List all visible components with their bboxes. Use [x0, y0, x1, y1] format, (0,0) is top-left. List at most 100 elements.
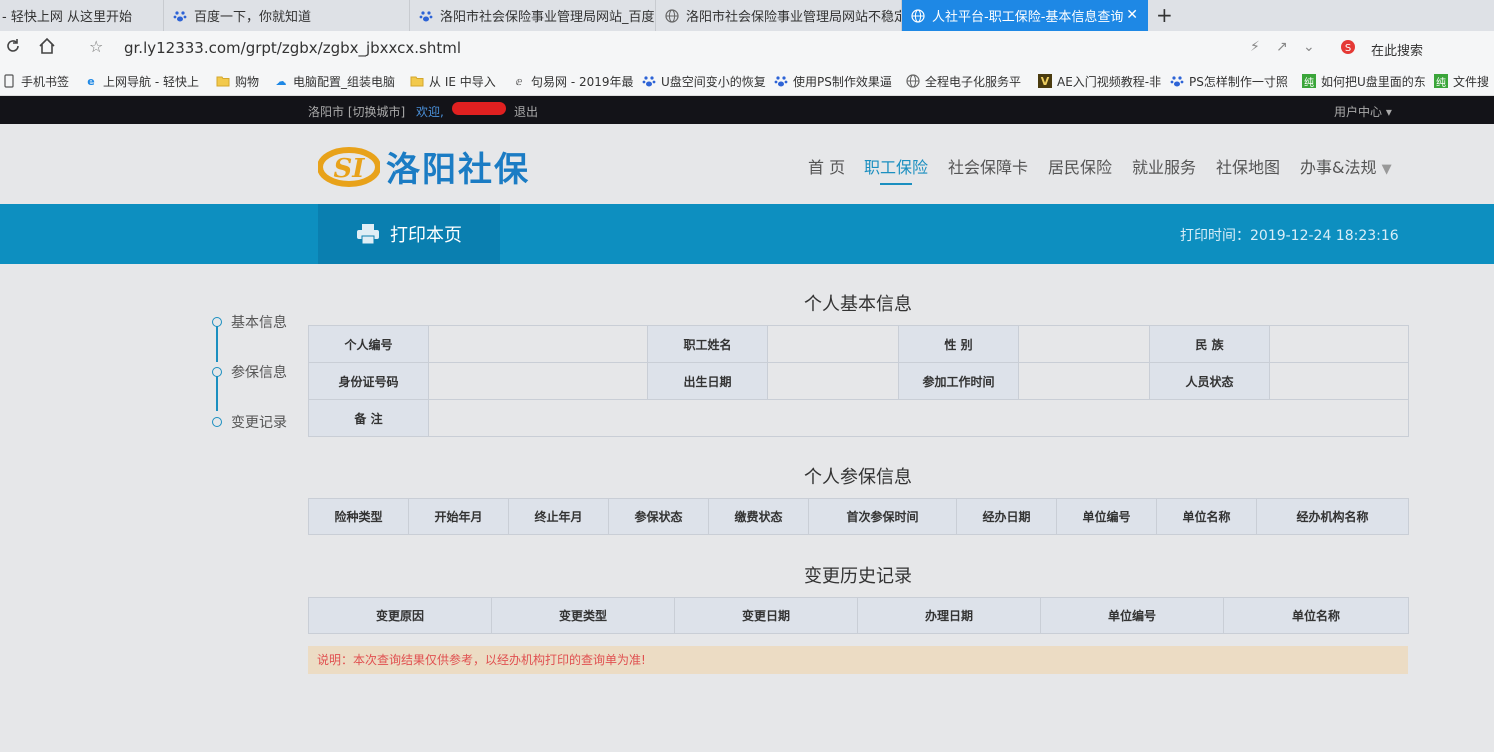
search-engine-label[interactable]: 在此搜索	[1371, 40, 1423, 59]
nav-resident-insurance[interactable]: 居民保险	[1048, 154, 1112, 178]
chun-icon: 纯	[1434, 74, 1448, 89]
bookmark-item[interactable]: 纯 如何把U盘里面的东	[1302, 72, 1426, 90]
column-header: 办理日期	[857, 597, 1041, 634]
browser-tab[interactable]: - 轻快上网 从这里开始	[0, 0, 164, 31]
side-item-history[interactable]: 变更记录	[212, 412, 287, 432]
browser-tab-active[interactable]: 人社平台-职工保险-基本信息查询 ✕	[902, 0, 1148, 31]
bookmark-item[interactable]: 购物	[216, 72, 272, 90]
bookmark-item[interactable]: ☁ 电脑配置_组装电脑	[274, 72, 400, 90]
cell-label: 参加工作时间	[898, 362, 1019, 400]
cell-value	[1269, 325, 1409, 363]
reload-icon[interactable]	[4, 37, 22, 60]
cell-label: 民 族	[1149, 325, 1270, 363]
chevron-down-icon[interactable]: ⌄	[1303, 39, 1315, 55]
nav-home[interactable]: 首 页	[808, 154, 845, 178]
city-switcher[interactable]: 洛阳市 [切换城市]	[308, 103, 405, 120]
page-content: 洛阳市 [切换城市] 欢迎, 退出 用户中心 ▾ SI 洛阳社保 首 页 职工保…	[0, 96, 1494, 752]
bookmark-item[interactable]: 从 IE 中导入	[410, 72, 506, 90]
svg-text:S: S	[1345, 43, 1351, 54]
table-row: 备 注	[308, 399, 1409, 437]
link-icon: ⅇ	[515, 74, 523, 88]
column-header: 单位编号	[1056, 498, 1157, 535]
baidu-paw-icon	[172, 8, 188, 24]
folder-icon	[216, 74, 230, 88]
user-center-menu[interactable]: 用户中心 ▾	[1334, 103, 1392, 120]
new-tab-icon[interactable]: +	[1156, 3, 1173, 27]
print-time: 打印时间：2019-12-24 18:23:16	[1180, 228, 1399, 244]
circle-icon	[212, 417, 222, 427]
basic-info-table: 个人编号 职工姓名 性 别 民 族 身份证号码 出生日期 参加工作时间 人员状态…	[308, 325, 1409, 437]
zol-icon: ☁	[275, 74, 287, 88]
baidu-paw-icon	[418, 8, 434, 24]
column-header: 开始年月	[408, 498, 509, 535]
column-header: 单位名称	[1156, 498, 1257, 535]
browser-tab[interactable]: 百度一下，你就知道	[164, 0, 410, 31]
close-tab-icon[interactable]: ✕	[1126, 7, 1138, 23]
nav-active-underline	[880, 183, 912, 185]
cell-label: 人员状态	[1149, 362, 1270, 400]
bookmark-item[interactable]: ⅇ 句易网 - 2019年最	[512, 72, 634, 90]
bookmark-item[interactable]: PS怎样制作一寸照	[1170, 72, 1290, 90]
baidu-paw-icon	[642, 74, 656, 88]
top-user-strip: 洛阳市 [切换城市] 欢迎, 退出 用户中心 ▾	[0, 96, 1494, 124]
column-header: 单位编号	[1040, 597, 1224, 634]
bookmark-item[interactable]: e 上网导航 - 轻快上	[84, 72, 214, 90]
baidu-paw-icon	[774, 74, 788, 88]
url-field[interactable]: gr.ly12333.com/grpt/zgbx/zgbx_jbxxcx.sht…	[124, 39, 461, 57]
column-header: 变更日期	[674, 597, 858, 634]
browser-tab[interactable]: 洛阳市社会保险事业管理局网站不稳定	[656, 0, 902, 31]
column-header: 参保状态	[608, 498, 709, 535]
sogou-search-icon[interactable]: S	[1340, 39, 1356, 59]
table-header-row: 变更原因 变更类型 变更日期 办理日期 单位编号 单位名称	[308, 597, 1409, 634]
bookmark-item[interactable]: 纯 文件搜	[1434, 72, 1494, 90]
side-item-basic[interactable]: 基本信息	[212, 312, 287, 332]
column-header: 单位名称	[1223, 597, 1409, 634]
logout-link[interactable]: 退出	[514, 103, 538, 120]
lightning-icon[interactable]: ⚡	[1250, 39, 1260, 55]
column-header: 经办机构名称	[1256, 498, 1409, 535]
browser-tab-bar: - 轻快上网 从这里开始 百度一下，你就知道 洛阳市社会保险事业管理局网站_百度…	[0, 0, 1494, 31]
nav-employment[interactable]: 就业服务	[1132, 154, 1196, 178]
cell-value	[1018, 325, 1150, 363]
column-header: 变更类型	[491, 597, 675, 634]
nav-employee-insurance[interactable]: 职工保险	[864, 154, 928, 178]
bookmarks-bar: 手机书签 e 上网导航 - 轻快上 购物 ☁ 电脑配置_组装电脑 从 IE 中导…	[0, 65, 1494, 96]
welcome-text: 欢迎,	[416, 105, 444, 119]
bookmark-item[interactable]: V AE入门视频教程-非	[1038, 72, 1162, 90]
section-title-history: 变更历史记录	[804, 566, 912, 587]
print-button[interactable]: 打印本页	[318, 204, 500, 264]
circle-icon	[212, 317, 222, 327]
site-logo[interactable]: SI 洛阳社保	[318, 142, 530, 191]
share-icon[interactable]: ↗	[1276, 39, 1288, 55]
cell-value	[767, 325, 899, 363]
side-item-insure[interactable]: 参保信息	[212, 362, 287, 382]
bookmark-item[interactable]: 手机书签	[2, 72, 84, 90]
tab-title: 洛阳市社会保险事业管理局网站不稳定	[686, 10, 902, 25]
browser-tab[interactable]: 洛阳市社会保险事业管理局网站_百度	[410, 0, 656, 31]
cell-label: 出生日期	[647, 362, 768, 400]
folder-icon	[410, 74, 424, 88]
nav-social-card[interactable]: 社会保障卡	[948, 154, 1028, 178]
chun-icon: 纯	[1302, 74, 1316, 89]
nav-map[interactable]: 社保地图	[1216, 154, 1280, 178]
si-logo-icon: SI	[318, 146, 380, 187]
column-header: 首次参保时间	[808, 498, 957, 535]
column-header: 经办日期	[956, 498, 1057, 535]
globe-icon	[910, 8, 926, 24]
bookmark-item[interactable]: 全程电子化服务平	[906, 72, 1030, 90]
star-icon[interactable]: ☆	[89, 37, 103, 56]
cell-label: 备 注	[308, 399, 429, 437]
table-row: 个人编号 职工姓名 性 别 民 族	[308, 325, 1409, 363]
print-bar: 打印本页 打印时间：2019-12-24 18:23:16	[0, 204, 1494, 264]
cell-label: 职工姓名	[647, 325, 768, 363]
column-header: 缴费状态	[708, 498, 809, 535]
bookmark-item[interactable]: 使用PS制作效果逼	[774, 72, 898, 90]
bookmark-item[interactable]: U盘空间变小的恢复	[642, 72, 766, 90]
insure-info-table: 险种类型 开始年月 终止年月 参保状态 缴费状态 首次参保时间 经办日期 单位编…	[308, 498, 1409, 535]
home-icon[interactable]	[38, 37, 56, 60]
cell-value	[1269, 362, 1409, 400]
cell-value	[767, 362, 899, 400]
nav-affairs[interactable]: 办事&法规 ▼	[1300, 154, 1392, 178]
globe-icon	[664, 8, 680, 24]
cell-value	[428, 399, 1409, 437]
